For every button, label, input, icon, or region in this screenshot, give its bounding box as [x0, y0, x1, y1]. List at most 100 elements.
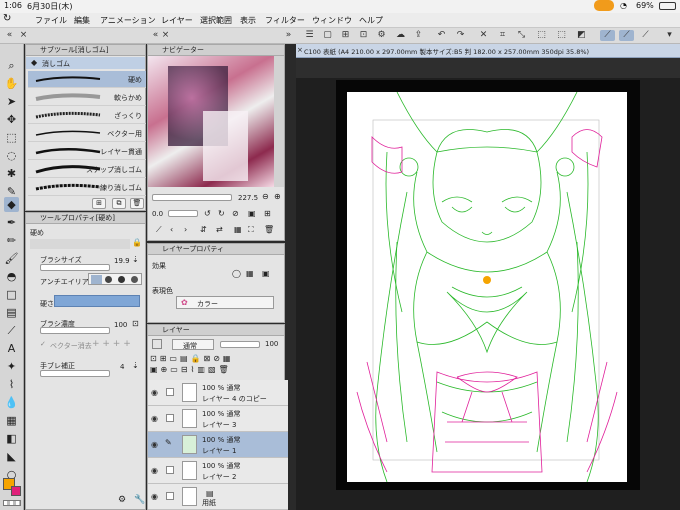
brush-size-slider[interactable] — [40, 264, 110, 271]
chevron-left-icon[interactable]: ‹ — [170, 225, 173, 234]
reset-view-icon[interactable]: ⊘ — [232, 209, 239, 218]
eye-icon[interactable]: ◉ — [151, 440, 158, 449]
layer-opacity-slider[interactable] — [220, 341, 260, 348]
hand-icon[interactable]: ✋ — [4, 76, 19, 91]
share-icon[interactable]: ⇪ — [413, 30, 424, 41]
menu-selection[interactable]: 選択範囲 — [200, 15, 232, 26]
navigator-scrollbar[interactable] — [274, 56, 284, 187]
rotation-slider[interactable] — [168, 210, 198, 217]
cloud-icon[interactable]: ☁ — [395, 30, 406, 41]
invert-selection-icon[interactable]: ◩ — [576, 30, 587, 41]
text-icon[interactable]: A — [4, 341, 19, 356]
menu-layer[interactable]: レイヤー — [161, 15, 193, 26]
fill-icon[interactable]: ◓ — [4, 269, 19, 284]
effect-border-icon[interactable]: ◯ — [232, 269, 241, 278]
effect-color-icon[interactable]: ▣ — [262, 269, 270, 278]
balloon-icon[interactable]: ✦ — [4, 359, 19, 374]
lasso-icon[interactable]: ◌ — [4, 148, 19, 163]
layer-checkbox[interactable] — [166, 466, 174, 474]
layer-row[interactable]: ◉ 100 % 通常 レイヤー 4 のコピー — [148, 380, 288, 406]
menu-help[interactable]: ヘルプ — [359, 15, 383, 26]
menu-window[interactable]: ウィンドウ — [312, 15, 352, 26]
rotate-right-icon[interactable]: ↻ — [218, 209, 225, 218]
layer-row[interactable]: ◉ ▤ 用紙 — [148, 484, 288, 510]
transparent-color-swatch[interactable] — [3, 500, 21, 506]
open-icon[interactable]: ⊞ — [340, 30, 351, 41]
layer-checkbox[interactable] — [166, 492, 174, 500]
sub-color-swatch[interactable] — [11, 486, 21, 496]
layer-color-icon[interactable] — [152, 339, 162, 349]
layer-row[interactable]: ◉ 100 % 通常 レイヤー 3 — [148, 406, 288, 432]
auto-select-icon[interactable]: ✱ — [4, 166, 19, 181]
collapse-left-icon[interactable]: « — [4, 30, 15, 41]
zoom-icon[interactable]: ⌕ — [4, 58, 19, 73]
layer-actions-icon[interactable]: ▣⊕▭⊟⌇▥▧🗑 — [150, 365, 232, 374]
delete-subtool-icon[interactable]: 🗑 — [130, 198, 144, 209]
close-icon[interactable]: × — [160, 30, 171, 41]
snap-special-icon[interactable]: ⟋ — [640, 30, 651, 41]
fit-screen-icon[interactable]: ⛶ — [248, 225, 254, 235]
pencil-icon[interactable]: ✏ — [4, 233, 19, 248]
settings-icon[interactable]: ⚙ — [376, 30, 387, 41]
select-all-icon[interactable]: ⬚ — [536, 30, 547, 41]
shape-icon[interactable]: ◧ — [4, 431, 19, 446]
selection-icon[interactable]: ⬚ — [4, 130, 19, 145]
app-logo-icon[interactable]: ↻ — [3, 13, 11, 24]
transform-icon[interactable]: ⤡ — [516, 30, 527, 41]
menu-filter[interactable]: フィルター — [265, 15, 305, 26]
subtool-item[interactable]: ざっくり — [28, 107, 146, 124]
menu-animation[interactable]: アニメーション — [100, 15, 156, 26]
delete-icon[interactable]: 🗑 — [264, 225, 274, 234]
new-canvas-icon[interactable]: ▢ — [322, 30, 333, 41]
settings-icon[interactable]: ⚙ — [118, 495, 126, 505]
effect-tone-icon[interactable]: ▦ — [246, 269, 254, 278]
menu-edit[interactable]: 編集 — [74, 15, 90, 26]
layer-checkbox[interactable] — [166, 388, 174, 396]
redo-icon[interactable]: ↷ — [455, 30, 466, 41]
antialias-option[interactable] — [131, 276, 138, 283]
antialias-option[interactable] — [91, 275, 102, 284]
brush-density-slider[interactable] — [40, 327, 110, 334]
rotate-left-icon[interactable]: ↺ — [204, 209, 211, 218]
wrench-icon[interactable]: 🔧 — [134, 495, 145, 505]
subtool-item[interactable]: レイヤー貫通 — [28, 143, 146, 160]
eye-icon[interactable]: ◉ — [151, 466, 158, 475]
snap-grid-icon[interactable]: ⟋ — [619, 30, 634, 41]
zoom-in-icon[interactable]: ⊕ — [274, 192, 281, 201]
vector-erase-options-icon[interactable]: + + + + — [92, 339, 131, 349]
grid-view-icon[interactable]: ▦ — [234, 225, 242, 234]
hardness-selector[interactable] — [54, 295, 140, 307]
antialias-option[interactable] — [118, 276, 125, 283]
menu-icon[interactable]: ☰ — [304, 30, 315, 41]
navigator-preview[interactable] — [148, 56, 274, 187]
menu-file[interactable]: ファイル — [35, 15, 67, 26]
stabilization-slider[interactable] — [40, 370, 110, 377]
eraser-icon[interactable]: ◆ — [4, 197, 19, 212]
subtool-item[interactable]: ベクター用 — [28, 125, 146, 142]
eye-icon[interactable]: ◉ — [151, 414, 158, 423]
subtool-settings-icon[interactable]: ⊞ — [92, 198, 106, 209]
close-icon[interactable]: × — [18, 30, 29, 41]
move-layer-icon[interactable]: ✥ — [4, 112, 19, 127]
frame-icon[interactable]: ▤ — [4, 305, 19, 320]
antialias-selector[interactable] — [88, 273, 142, 285]
subtool-item[interactable]: 硬め — [28, 71, 146, 88]
close-icon[interactable]: × — [297, 46, 303, 54]
operation-icon[interactable]: ➤ — [4, 94, 19, 109]
stabilization-step-icon[interactable]: ⇣ — [132, 361, 139, 370]
duplicate-subtool-icon[interactable]: ⧉ — [112, 198, 126, 209]
layer-row[interactable]: ◉ 100 % 通常 レイヤー 2 — [148, 458, 288, 484]
subtool-item[interactable]: 軟らかめ — [28, 89, 146, 106]
deselect-icon[interactable]: ⬚ — [556, 30, 567, 41]
antialias-option[interactable] — [105, 276, 112, 283]
subtool-group-tab[interactable]: ◆ 消しゴム — [26, 57, 145, 69]
subtool-item[interactable]: 練り消しゴム — [28, 179, 146, 196]
menu-view[interactable]: 表示 — [240, 15, 256, 26]
flip-icon[interactable]: ⟋ — [156, 225, 162, 235]
drawing-paper[interactable] — [347, 92, 627, 482]
decoration-icon[interactable]: ◣ — [4, 449, 19, 464]
zoom-slider[interactable] — [152, 194, 232, 201]
brush-density-step-icon[interactable]: ⊡ — [132, 319, 139, 328]
flip-horizontal-icon[interactable]: ⇄ — [216, 225, 223, 234]
gradient-icon[interactable]: ▦ — [4, 413, 19, 428]
